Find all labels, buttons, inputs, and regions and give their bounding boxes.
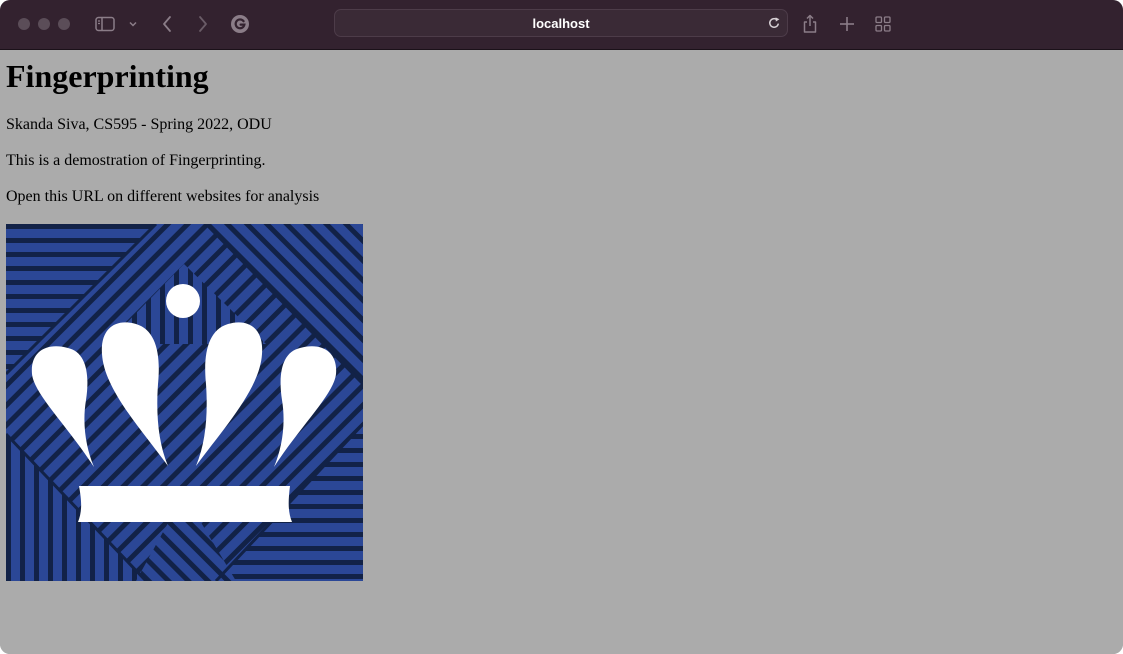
share-icon [803, 14, 817, 33]
zoom-window-button[interactable] [58, 18, 70, 30]
reload-icon[interactable] [767, 16, 781, 30]
browser-window: localhost Fingerprinting Skanda Siva, CS… [0, 0, 1123, 654]
tab-overview-button[interactable] [870, 12, 896, 36]
grammarly-icon [231, 15, 249, 33]
description-text: This is a demostration of Fingerprinting… [6, 152, 266, 169]
share-button[interactable] [797, 12, 823, 36]
plus-icon [840, 17, 854, 31]
extension-button[interactable] [227, 12, 253, 36]
crown-ball [166, 284, 200, 318]
address-text: localhost [532, 16, 590, 31]
sidebar-toggle-button[interactable] [92, 12, 118, 36]
tab-overview-icon [875, 16, 891, 32]
crown-base [78, 486, 292, 522]
address-bar[interactable]: localhost [334, 9, 788, 37]
page-content: Fingerprinting Skanda Siva, CS595 - Spri… [0, 50, 1123, 654]
forward-icon [199, 16, 207, 32]
page-title: Fingerprinting [6, 58, 209, 94]
back-button[interactable] [154, 12, 180, 36]
forward-button[interactable] [190, 12, 216, 36]
new-tab-button[interactable] [834, 12, 860, 36]
odu-crown-logo [6, 224, 363, 581]
back-icon [163, 16, 171, 32]
close-window-button[interactable] [18, 18, 30, 30]
author-byline: Skanda Siva, CS595 - Spring 2022, ODU [6, 116, 272, 133]
chevron-down-icon [129, 21, 137, 27]
browser-toolbar: localhost [0, 0, 1123, 50]
sidebar-menu-button[interactable] [122, 12, 144, 36]
minimize-window-button[interactable] [38, 18, 50, 30]
instruction-text: Open this URL on different websites for … [6, 188, 320, 205]
sidebar-icon [95, 16, 115, 32]
